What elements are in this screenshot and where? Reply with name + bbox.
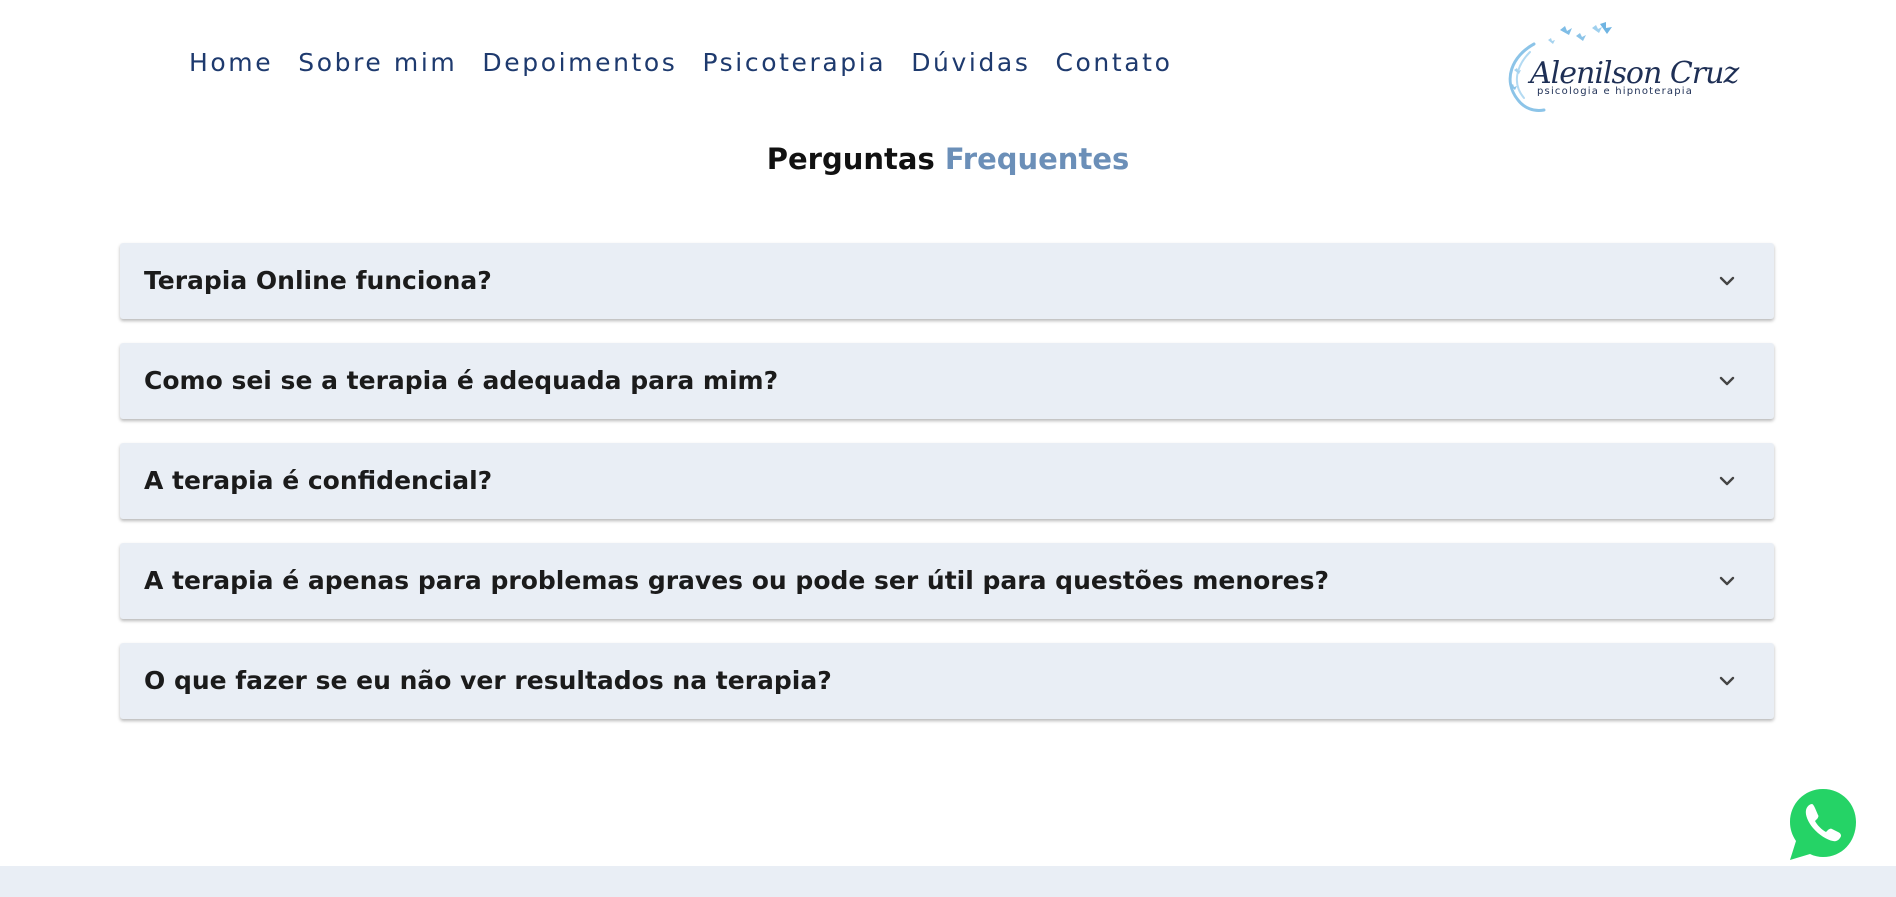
faq-question: O que fazer se eu não ver resultados na … xyxy=(144,666,832,695)
nav-link-psicoterapia[interactable]: Psicoterapia xyxy=(702,48,886,78)
faq-question: A terapia é apenas para problemas graves… xyxy=(144,566,1330,595)
nav-link-duvidas[interactable]: Dúvidas xyxy=(911,48,1030,78)
chevron-down-icon[interactable] xyxy=(1718,372,1736,390)
faq-question: Como sei se a terapia é adequada para mi… xyxy=(144,366,779,395)
faq-item[interactable]: O que fazer se eu não ver resultados na … xyxy=(120,643,1774,719)
whatsapp-button[interactable] xyxy=(1780,780,1866,870)
main-nav: Home Sobre mim Depoimentos Psicoterapia … xyxy=(189,48,1172,78)
page: Home Sobre mim Depoimentos Psicoterapia … xyxy=(0,0,1896,897)
faq-title-accent: Frequentes xyxy=(944,142,1130,176)
navbar: Home Sobre mim Depoimentos Psicoterapia … xyxy=(0,0,1896,135)
faq-item[interactable]: Como sei se a terapia é adequada para mi… xyxy=(120,343,1774,419)
faq-item[interactable]: A terapia é confidencial? xyxy=(120,443,1774,519)
faq-question: A terapia é confidencial? xyxy=(144,466,493,495)
chevron-down-icon[interactable] xyxy=(1718,472,1736,490)
faq-title: Perguntas Frequentes xyxy=(0,142,1896,176)
logo-tagline: psicologia e hipnoterapia xyxy=(1537,86,1694,97)
nav-link-sobre-mim[interactable]: Sobre mim xyxy=(298,48,457,78)
chevron-down-icon[interactable] xyxy=(1718,672,1736,690)
chevron-down-icon[interactable] xyxy=(1718,272,1736,290)
faq-question: Terapia Online funciona? xyxy=(144,266,492,295)
faq-item[interactable]: Terapia Online funciona? xyxy=(120,243,1774,319)
faq-accordion: Terapia Online funciona? Como sei se a t… xyxy=(120,243,1774,743)
footer-band xyxy=(0,866,1896,897)
chevron-down-icon[interactable] xyxy=(1718,572,1736,590)
nav-link-contato[interactable]: Contato xyxy=(1055,48,1172,78)
faq-item[interactable]: A terapia é apenas para problemas graves… xyxy=(120,543,1774,619)
nav-link-home[interactable]: Home xyxy=(189,48,273,78)
faq-title-main: Perguntas xyxy=(766,142,935,176)
nav-link-depoimentos[interactable]: Depoimentos xyxy=(482,48,677,78)
whatsapp-icon xyxy=(1783,783,1862,866)
brand-logo[interactable]: Alenilson Cruz psicologia e hipnoterapia xyxy=(1500,22,1739,114)
